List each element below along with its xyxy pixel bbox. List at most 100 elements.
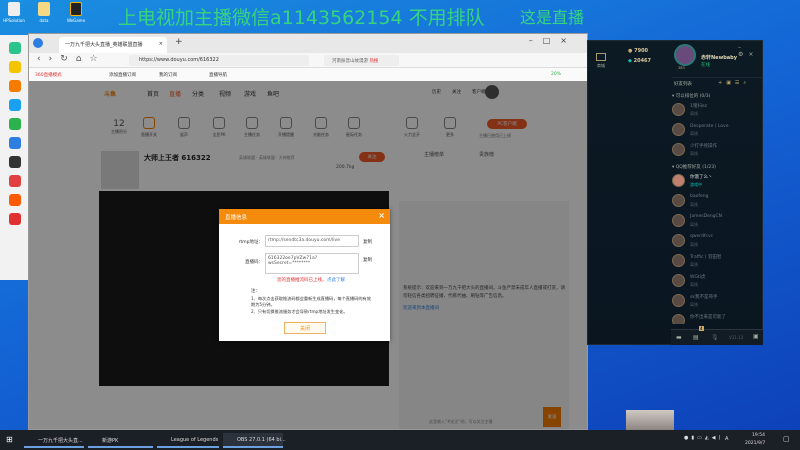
divider [672, 77, 762, 78]
friend-status: 离线 [690, 242, 698, 247]
friend-item[interactable]: 你饿了么丶 游戏中 [672, 172, 762, 192]
friend-name: sk我不是哥手 [690, 295, 718, 300]
taskbar-item-lol[interactable]: League of Legends [157, 433, 219, 448]
friend-item[interactable]: Desperate丨Love 离线 [672, 121, 762, 141]
friend-status: 离线 [690, 131, 698, 136]
friend-item[interactable]: 你不出来是可能了 [672, 312, 762, 324]
rp-balance: ● 7900 [628, 48, 649, 54]
hot-label: 热搜 [369, 59, 379, 64]
desktop-banner-text: 上电视加主播微信a1143562154 不用排队 [118, 7, 485, 29]
clock-date[interactable]: 2021/9/7 [745, 441, 765, 446]
rtmp-field[interactable]: rtmp://sendtc3a.douyu.com/live [265, 235, 359, 247]
bookmark-my-sub[interactable]: 我的订阅 [159, 72, 177, 78]
sidebar-app-icon[interactable] [9, 42, 21, 54]
missions-icon[interactable]: ▤ [693, 334, 699, 341]
icon-label: data [39, 18, 49, 23]
system-tray[interactable]: ●▮▭◭◀) [684, 435, 723, 441]
level-badge: 383 [678, 66, 685, 70]
friends-toolbar[interactable]: +▣☰⌕ [718, 80, 750, 86]
taskbar-item-pk[interactable]: 新游PK [88, 433, 153, 448]
search-input[interactable]: 河南振晋山故漫游 热搜 [324, 55, 399, 66]
address-bar: ‹›↻⌂☆ https://www.douyu.com/616322 河南振晋山… [29, 53, 587, 68]
window-controls[interactable]: –□× [529, 36, 577, 45]
clock-time[interactable]: 19:54 [752, 433, 765, 438]
desktop-icon-hpsolution[interactable]: HPSolution [0, 2, 28, 23]
settings-icon[interactable]: ▣ [753, 333, 759, 340]
be-value: 20467 [633, 58, 652, 64]
friend-item[interactable]: JamesDengCN 离线 [672, 212, 762, 232]
file-icon [8, 2, 20, 16]
sidebar-app-icon[interactable] [9, 80, 21, 92]
nav-buttons[interactable]: ‹›↻⌂☆ [37, 54, 106, 64]
bookmark-add-sub[interactable]: 添加直播订阅 [109, 72, 136, 78]
rtmp-label: rtmp地址： [238, 240, 263, 245]
taskbar-item-browser[interactable]: 一万九千把大头直... [24, 433, 84, 448]
friend-item[interactable]: 1猪扫ez 离线 [672, 101, 762, 121]
store-label: 商城 [597, 63, 605, 68]
copy-rtmp-button[interactable]: 复制 [363, 239, 372, 245]
bookmark-nav[interactable]: 直播导航 [209, 72, 227, 78]
friend-item[interactable]: sk我不是哥手 离线 [672, 292, 762, 312]
start-icon[interactable]: ⊞ [6, 435, 13, 444]
note-title: 注： [251, 289, 260, 294]
copy-code-button[interactable]: 复制 [363, 257, 372, 263]
be-balance: ◆ 20467 [628, 58, 652, 64]
online-status[interactable]: 在线 [701, 62, 710, 68]
client-bottom-bar: ▬ ▤ 4 🎙 V11.13 ▣ [671, 326, 763, 345]
friend-status: 游戏中 [690, 182, 702, 187]
client-window-controls[interactable]: –⚙× [738, 44, 762, 58]
store-button[interactable]: 商城 [596, 53, 606, 69]
bookmark-live-mode[interactable]: 360直播模式 [35, 72, 62, 78]
tab-bar: 一万九千把大头直播_英雄联盟直播 × + –□× [29, 34, 587, 53]
rtmp-value: rtmp://sendtc3a.douyu.com/live [268, 238, 340, 243]
mic-icon[interactable]: 🎙 [711, 334, 719, 341]
star-icon[interactable] [9, 61, 21, 73]
friend-name: JamesDengCN [690, 214, 723, 219]
desktop-icon-wegame[interactable]: WeGame [62, 2, 90, 23]
chat-icon[interactable]: ▬ [676, 334, 682, 341]
taskbar-item-obs[interactable]: OBS 27.0.1 (64 bi... [223, 433, 286, 448]
group-rankable[interactable]: ▾ 可以排位的 (0/3) [672, 93, 710, 99]
close-button[interactable]: 关闭 [284, 322, 326, 334]
new-tab-button[interactable]: + [175, 37, 183, 47]
icon-label: HPSolution [3, 18, 25, 23]
close-icon[interactable]: × [378, 211, 385, 220]
group-qq[interactable]: ▾ QQ推荐好友 (1/23) [672, 164, 716, 170]
bookmarks-bar: 360直播模式 添加直播订阅 我的订阅 直播导航 20% [29, 68, 587, 81]
navigate-icon[interactable] [33, 38, 43, 48]
group-label: 可以排位的 (0/3) [675, 94, 711, 99]
friend-item[interactable]: 少打手残操作 离线 [672, 141, 762, 161]
profile-avatar[interactable] [674, 44, 696, 66]
ime-indicator[interactable]: A [725, 436, 728, 442]
friend-status: 离线 [690, 282, 698, 287]
friend-item[interactable]: baofeng 离线 [672, 192, 762, 212]
friend-name: 少打手残操作 [690, 144, 717, 149]
desktop-icon-data[interactable]: data [30, 2, 58, 23]
notification-badge: 4 [699, 326, 704, 331]
friend-name: qwerdfcvc [690, 234, 714, 239]
tiktok-icon[interactable] [9, 156, 21, 168]
close-tab-icon[interactable]: × [159, 41, 163, 47]
sidebar-app-icon[interactable] [9, 99, 21, 111]
friend-status: 离线 [690, 111, 698, 116]
username: 赤轩Newbaby [701, 55, 737, 61]
sidebar-app-icon[interactable] [9, 213, 21, 225]
stream-code-field[interactable]: 616322oe7pVZw71a?wsSecret=******** [265, 253, 359, 274]
friend-item[interactable]: qwerdfcvc 离线 [672, 232, 762, 252]
wechat-icon[interactable] [9, 118, 21, 130]
sidebar-app-icon[interactable] [9, 194, 21, 206]
url-input[interactable]: https://www.douyu.com/616322 [129, 55, 309, 66]
learn-more-link[interactable]: 点此了解 [327, 277, 345, 283]
tab-douyu[interactable]: 一万九千把大头直播_英雄联盟直播 × [59, 37, 167, 53]
dialog-header: 直播信息 × [219, 209, 390, 224]
tab-title: 一万九千把大头直播_英雄联盟直播 [65, 42, 143, 48]
sidebar-app-icon[interactable] [9, 175, 21, 187]
friend-item[interactable]: Traffic丨羽田智 离线 [672, 252, 762, 272]
friend-status: 离线 [690, 222, 698, 227]
friend-item[interactable]: WGti虎 离线 [672, 272, 762, 292]
sidebar-app-icon[interactable] [9, 137, 21, 149]
note-2: 2、只有切换推流服务才会导致rtmp地址发生变化。 [251, 309, 348, 314]
stream-code-value: 616322oe7pVZw71a?wsSecret=******** [268, 256, 318, 266]
taskbar: ⊞ 一万九千把大头直... 新游PK League of Legends OBS… [0, 430, 800, 450]
notification-icon[interactable]: ▢ [783, 435, 790, 443]
